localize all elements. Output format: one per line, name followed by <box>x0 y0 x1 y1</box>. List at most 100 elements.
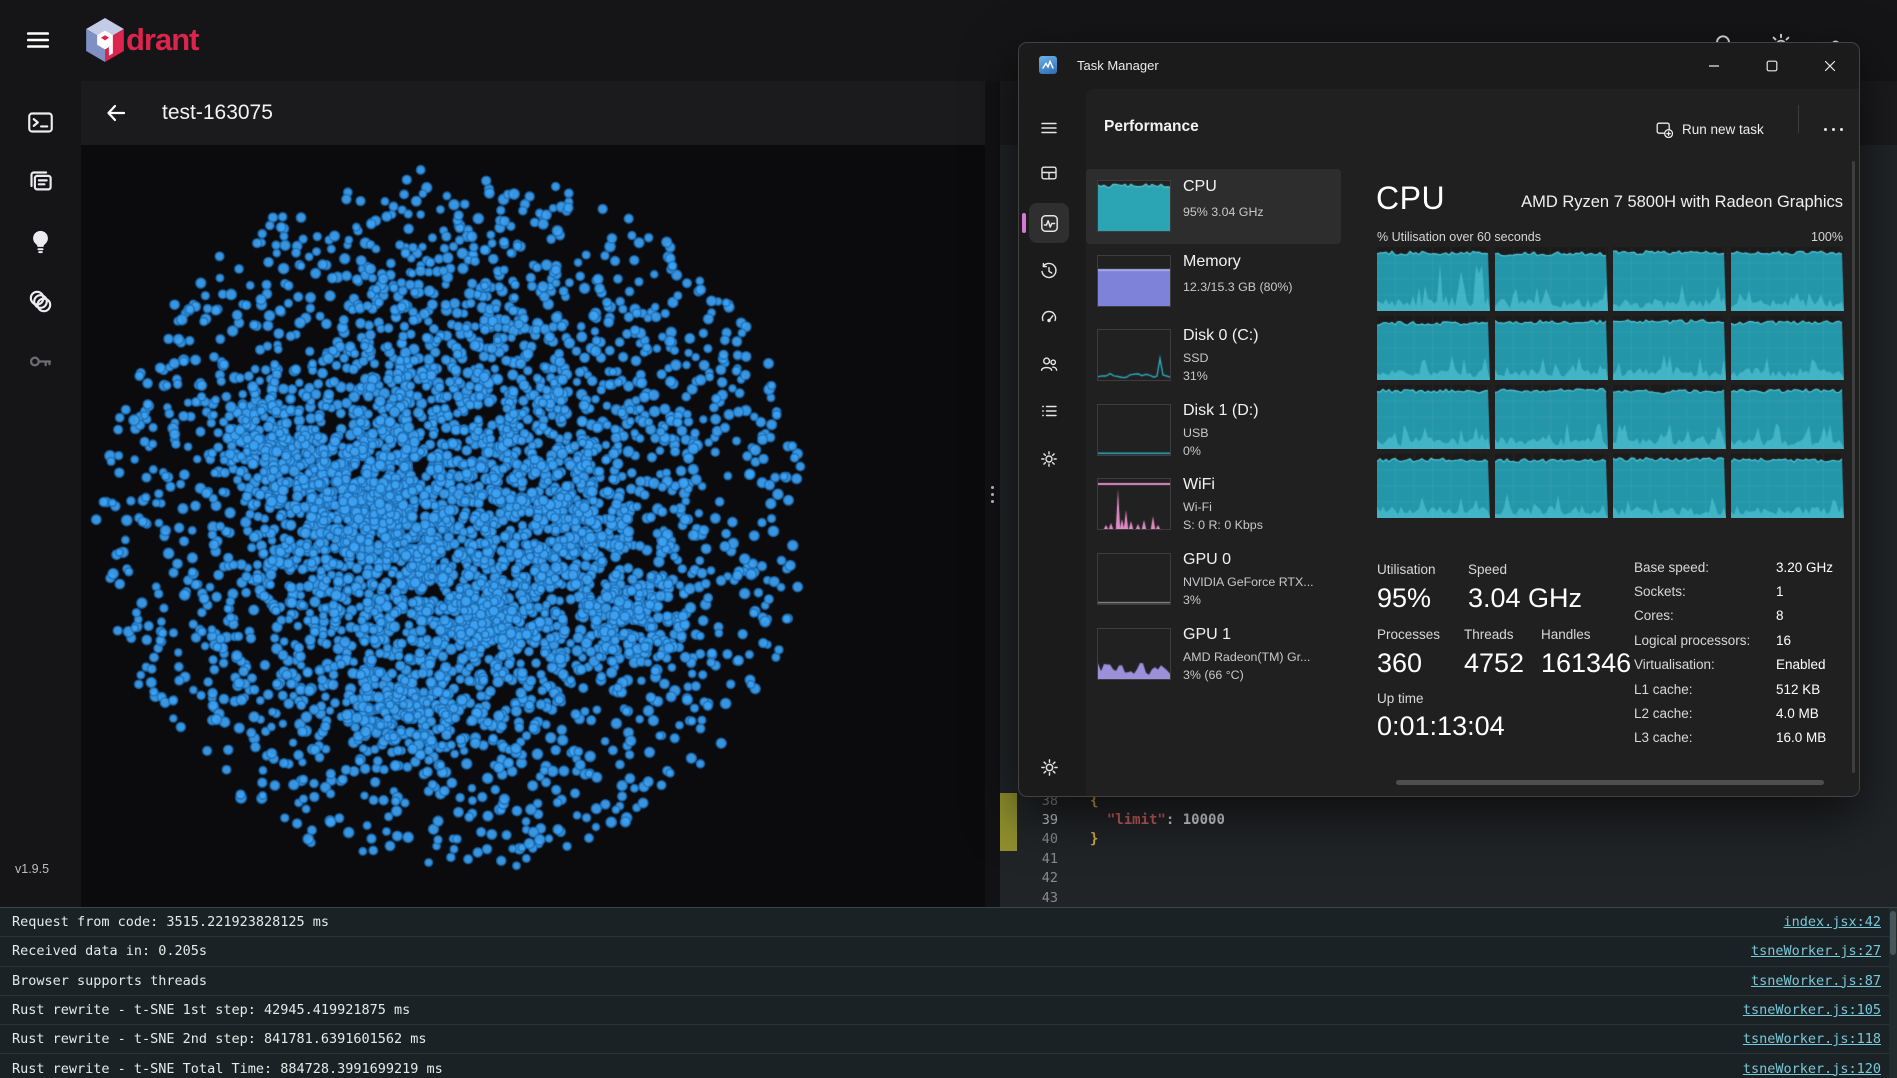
processes-value: 360 <box>1377 648 1422 679</box>
source-link[interactable]: tsneWorker.js:27 <box>1751 943 1881 959</box>
threads-label: Threads <box>1464 627 1514 642</box>
tm-page-title: Performance <box>1104 118 1199 136</box>
tm-nav-details[interactable] <box>1030 392 1068 430</box>
uptime-value: 0:01:13:04 <box>1377 711 1505 742</box>
spec-row: L1 cache:512 KB <box>1634 677 1859 701</box>
spec-row: Base speed:3.20 GHz <box>1634 555 1859 579</box>
console-row: Rust rewrite - t-SNE 1st step: 42945.419… <box>0 996 1897 1025</box>
core-chart <box>1731 385 1844 449</box>
code-line: 39 "limit": 10000 <box>1000 810 1897 829</box>
speed-value: 3.04 GHz <box>1468 583 1582 614</box>
console-scrollbar-thumb[interactable] <box>1890 911 1896 955</box>
source-link[interactable]: index.jsx:42 <box>1783 914 1881 930</box>
code-editor[interactable]: 38{ 39 "limit": 10000 40} 41 42 43 <box>1000 791 1897 907</box>
core-chart <box>1495 454 1608 518</box>
cpu-detail-subtitle: AMD Ryzen 7 5800H with Radeon Graphics <box>1521 193 1843 212</box>
source-link[interactable]: tsneWorker.js:118 <box>1743 1031 1881 1047</box>
close-button[interactable] <box>1807 47 1853 85</box>
window-title: Task Manager <box>1077 43 1159 89</box>
task-manager-titlebar[interactable]: Task Manager <box>1019 43 1859 89</box>
startup-gauge-icon <box>1040 307 1058 325</box>
core-chart <box>1731 316 1844 380</box>
tm-nav-accent-bar <box>1022 213 1026 233</box>
tm-nav-performance[interactable] <box>1030 204 1068 242</box>
key-icon <box>27 348 54 375</box>
console-row: Received data in: 0.205stsneWorker.js:27 <box>0 937 1897 966</box>
scatter-canvas[interactable] <box>81 145 985 907</box>
tm-nav-menu-icon[interactable] <box>1030 109 1068 147</box>
source-link[interactable]: tsneWorker.js:120 <box>1743 1061 1881 1077</box>
console-row: Request from code: 3515.221923828125 msi… <box>0 908 1897 937</box>
scatter-plot[interactable] <box>81 145 985 907</box>
wifi-thumbnail-chart <box>1097 478 1171 530</box>
perf-item-disk0[interactable]: Disk 0 (C:) SSD 31% <box>1086 318 1341 393</box>
spec-row: Virtualisation:Enabled <box>1634 653 1859 677</box>
core-chart <box>1613 385 1726 449</box>
back-button[interactable] <box>101 98 131 128</box>
core-chart <box>1377 454 1490 518</box>
tm-settings[interactable] <box>1030 748 1068 786</box>
tm-vertical-scrollbar[interactable] <box>1852 161 1855 773</box>
tm-nav-services[interactable] <box>1030 440 1068 478</box>
cpu-detail-title: CPU <box>1376 180 1445 217</box>
core-chart <box>1613 454 1726 518</box>
sidebar-item-tutorial[interactable] <box>20 221 61 262</box>
cpu-spec-table: Base speed:3.20 GHz Sockets:1 Cores:8 Lo… <box>1634 555 1859 750</box>
tm-nav-app-history[interactable] <box>1030 252 1068 290</box>
perf-item-wifi[interactable]: WiFi Wi-Fi S: 0 R: 0 Kbps <box>1086 467 1341 542</box>
menu-hamburger-icon[interactable] <box>18 20 58 60</box>
perf-item-disk1[interactable]: Disk 1 (D:) USB 0% <box>1086 393 1341 468</box>
uptime-label: Up time <box>1377 691 1424 706</box>
core-chart <box>1495 385 1608 449</box>
utilisation-axis-max: 100% <box>1811 230 1843 244</box>
core-chart <box>1613 316 1726 380</box>
tm-nav-users[interactable] <box>1030 345 1068 383</box>
tm-more-options-icon[interactable] <box>1813 115 1853 143</box>
run-new-task-label: Run new task <box>1682 122 1764 137</box>
console-scrollbar[interactable] <box>1889 908 1897 1078</box>
sidebar-item-collections[interactable] <box>20 161 61 202</box>
spec-row: Logical processors:16 <box>1634 628 1859 652</box>
source-link[interactable]: tsneWorker.js:105 <box>1743 1002 1881 1018</box>
collections-stack-icon <box>27 168 54 195</box>
history-clock-icon <box>1040 262 1058 280</box>
minimize-button[interactable] <box>1691 47 1737 85</box>
utilisation-value: 95% <box>1377 583 1431 614</box>
collection-title: test-163075 <box>162 81 273 145</box>
speed-label: Speed <box>1468 562 1507 577</box>
terminal-icon <box>27 109 54 136</box>
task-manager-window: Task Manager <box>1018 42 1860 797</box>
tm-nav-processes[interactable] <box>1030 154 1068 192</box>
code-line: 40} <box>1000 830 1897 849</box>
core-chart <box>1495 316 1608 380</box>
core-chart <box>1377 316 1490 380</box>
devtools-console: Request from code: 3515.221923828125 msi… <box>0 907 1897 1078</box>
qdrant-logo[interactable]: drant <box>86 18 199 62</box>
core-chart <box>1613 247 1726 311</box>
sidebar-item-console[interactable] <box>20 102 61 143</box>
sidebar-item-datasets[interactable] <box>20 281 61 322</box>
maximize-button[interactable] <box>1749 47 1795 85</box>
app-sidebar: v1.9.5 <box>0 81 82 907</box>
perf-item-memory[interactable]: Memory 12.3/15.3 GB (80%) <box>1086 244 1341 319</box>
cpu-thumbnail-chart <box>1097 180 1171 232</box>
console-row: Rust rewrite - t-SNE Total Time: 884728.… <box>0 1054 1897 1078</box>
tm-nav-startup-apps[interactable] <box>1030 297 1068 335</box>
performance-pulse-icon <box>1040 214 1059 233</box>
perf-item-gpu1[interactable]: GPU 1 AMD Radeon(TM) Gr... 3% (66 °C) <box>1086 617 1341 692</box>
spec-row: Cores:8 <box>1634 604 1859 628</box>
perf-item-cpu[interactable]: CPU 95% 3.04 GHz <box>1086 169 1341 244</box>
tm-header-divider <box>1798 105 1799 133</box>
settings-gear-icon <box>1040 758 1059 777</box>
perf-item-gpu0[interactable]: GPU 0 NVIDIA GeForce RTX... 3% <box>1086 542 1341 617</box>
run-new-task-button[interactable]: Run new task <box>1656 115 1764 143</box>
source-link[interactable]: tsneWorker.js:87 <box>1751 973 1881 989</box>
sidebar-item-api-keys[interactable] <box>20 341 61 382</box>
code-line: 41 <box>1000 849 1897 868</box>
core-chart <box>1731 454 1844 518</box>
disk0-thumbnail-chart <box>1097 329 1171 381</box>
divider-drag-handle-icon[interactable] <box>991 486 994 503</box>
processes-icon <box>1040 164 1058 182</box>
tm-horizontal-scrollbar[interactable] <box>1396 780 1824 785</box>
task-manager-app-icon <box>1039 56 1057 74</box>
